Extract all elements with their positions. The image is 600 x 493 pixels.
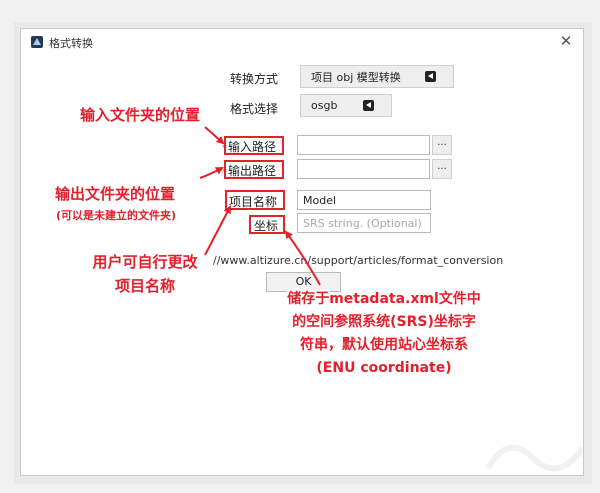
window-title: 格式转换 <box>49 37 93 50</box>
project-name-annotation-line: 用户可自行更改 <box>92 253 198 271</box>
format-select-value: osgb <box>311 99 338 112</box>
required-mark: * <box>222 143 227 154</box>
output-path-field[interactable] <box>297 159 430 179</box>
output-path-label-text: 输出路径 <box>228 164 277 178</box>
format-select-label: 格式选择 <box>230 102 279 116</box>
screenshot-background: 格式转换 ✕ 转换方式 项目 obj 模型转换 格式选择 osgb *输入路径 … <box>0 0 600 493</box>
srs-annotation-line: (ENU coordinate) <box>316 360 452 376</box>
output-folder-annotation: 输出文件夹的位置 <box>55 185 176 203</box>
project-name-label: 项目名称 <box>229 195 278 209</box>
left-arrow-icon <box>363 100 374 111</box>
help-link[interactable]: //www.altizure.cn/support/articles/forma… <box>213 254 503 267</box>
conversion-method-value: 项目 obj 模型转换 <box>311 70 401 84</box>
project-name-field[interactable]: Model <box>297 190 431 210</box>
left-arrow-icon <box>425 71 436 82</box>
srs-annotation: 储存于metadata.xml文件中 的空间参照系统(SRS)坐标字 符串，默认… <box>266 288 502 380</box>
output-path-label: *输出路径 <box>222 162 276 179</box>
watermark-decoration <box>485 444 586 472</box>
output-path-browse-button[interactable]: ... <box>432 159 452 179</box>
conversion-method-select[interactable]: 项目 obj 模型转换 <box>300 65 454 88</box>
format-select[interactable]: osgb <box>300 94 392 117</box>
title-bar: 格式转换 ✕ <box>21 29 583 56</box>
output-folder-sub-annotation: (可以是未建立的文件夹) <box>56 209 177 222</box>
close-icon[interactable]: ✕ <box>557 32 575 50</box>
input-path-field[interactable] <box>297 135 430 155</box>
app-logo-icon <box>31 36 43 48</box>
project-name-annotation: 用户可自行更改 项目名称 <box>80 250 210 298</box>
coordinate-label: 坐标 <box>254 219 279 233</box>
input-folder-annotation: 输入文件夹的位置 <box>80 106 201 124</box>
required-mark: * <box>222 167 227 178</box>
input-path-browse-button[interactable]: ... <box>432 135 452 155</box>
srs-annotation-line: 符串，默认使用站心坐标系 <box>300 337 468 353</box>
coordinate-field[interactable]: SRS string. (Optional) <box>297 213 431 233</box>
srs-annotation-line: 的空间参照系统(SRS)坐标字 <box>292 314 476 330</box>
project-name-annotation-line: 项目名称 <box>114 277 175 295</box>
input-path-label-text: 输入路径 <box>228 140 277 154</box>
srs-annotation-line: 储存于metadata.xml文件中 <box>287 291 481 307</box>
input-path-label: *输入路径 <box>222 138 276 155</box>
conversion-method-label: 转换方式 <box>230 72 279 86</box>
